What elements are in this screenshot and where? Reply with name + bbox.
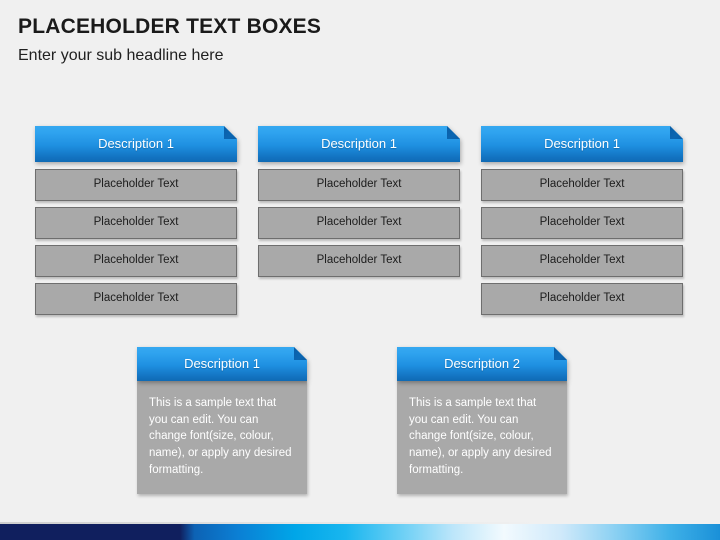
page-title: PLACEHOLDER TEXT BOXES — [18, 15, 322, 38]
column-2: Description 1 Placeholder Text Placehold… — [258, 126, 460, 315]
list-item[interactable]: Placeholder Text — [481, 283, 683, 315]
list-item[interactable]: Placeholder Text — [35, 245, 237, 277]
list-item-label: Placeholder Text — [93, 292, 179, 305]
column-1: Description 1 Placeholder Text Placehold… — [35, 126, 237, 315]
column-1-banner-label: Description 1 — [98, 136, 174, 151]
list-item-label: Placeholder Text — [539, 292, 625, 305]
list-item-label: Placeholder Text — [539, 254, 625, 267]
list-item-label: Placeholder Text — [316, 254, 402, 267]
list-item[interactable]: Placeholder Text — [258, 169, 460, 201]
bottom-card-1-body[interactable]: This is a sample text that you can edit.… — [137, 381, 307, 495]
column-1-list: Placeholder Text Placeholder Text Placeh… — [35, 169, 237, 315]
list-item[interactable]: Placeholder Text — [481, 169, 683, 201]
column-2-banner-label: Description 1 — [321, 136, 397, 151]
bottom-card-1: Description 1 This is a sample text that… — [137, 347, 307, 495]
banner-wrap-card-2: Description 2 — [397, 347, 567, 381]
banner-wrap-column-1: Description 1 — [35, 126, 237, 162]
list-item[interactable]: Placeholder Text — [481, 245, 683, 277]
folded-corner-icon — [224, 126, 237, 139]
bottom-card-2-banner[interactable]: Description 2 — [397, 347, 567, 381]
list-item-label: Placeholder Text — [93, 178, 179, 191]
list-item-label: Placeholder Text — [93, 254, 179, 267]
list-item-label: Placeholder Text — [316, 178, 402, 191]
page-subtitle: Enter your sub headline here — [18, 47, 224, 65]
columns-container: Description 1 Placeholder Text Placehold… — [35, 126, 683, 315]
list-item[interactable]: Placeholder Text — [481, 207, 683, 239]
column-3-banner[interactable]: Description 1 — [481, 126, 683, 162]
folded-corner-icon — [554, 347, 567, 360]
slide-header: PLACEHOLDER TEXT BOXES Enter your sub he… — [18, 14, 698, 65]
bottom-card-2-banner-label: Description 2 — [444, 356, 520, 371]
column-2-list: Placeholder Text Placeholder Text Placeh… — [258, 169, 460, 277]
bottom-card-1-banner-label: Description 1 — [184, 356, 260, 371]
list-item[interactable]: Placeholder Text — [258, 245, 460, 277]
list-item[interactable]: Placeholder Text — [258, 207, 460, 239]
list-item[interactable]: Placeholder Text — [35, 207, 237, 239]
column-3-banner-label: Description 1 — [544, 136, 620, 151]
list-item-label: Placeholder Text — [539, 216, 625, 229]
column-1-banner[interactable]: Description 1 — [35, 126, 237, 162]
folded-corner-icon — [294, 347, 307, 360]
banner-wrap-column-3: Description 1 — [481, 126, 683, 162]
list-item[interactable]: Placeholder Text — [35, 169, 237, 201]
column-3-list: Placeholder Text Placeholder Text Placeh… — [481, 169, 683, 315]
list-item[interactable]: Placeholder Text — [35, 283, 237, 315]
folded-corner-icon — [447, 126, 460, 139]
column-2-banner[interactable]: Description 1 — [258, 126, 460, 162]
bottom-decorative-bar — [0, 524, 720, 540]
bottom-card-1-text: This is a sample text that you can edit.… — [149, 397, 292, 476]
bottom-card-2: Description 2 This is a sample text that… — [397, 347, 567, 495]
bottom-card-2-body[interactable]: This is a sample text that you can edit.… — [397, 381, 567, 495]
bottom-cards-container: Description 1 This is a sample text that… — [137, 347, 587, 495]
folded-corner-icon — [670, 126, 683, 139]
list-item-label: Placeholder Text — [93, 216, 179, 229]
banner-wrap-column-2: Description 1 — [258, 126, 460, 162]
list-item-label: Placeholder Text — [316, 216, 402, 229]
banner-wrap-card-1: Description 1 — [137, 347, 307, 381]
list-item-label: Placeholder Text — [539, 178, 625, 191]
column-3: Description 1 Placeholder Text Placehold… — [481, 126, 683, 315]
bottom-card-2-text: This is a sample text that you can edit.… — [409, 397, 552, 476]
bottom-card-1-banner[interactable]: Description 1 — [137, 347, 307, 381]
